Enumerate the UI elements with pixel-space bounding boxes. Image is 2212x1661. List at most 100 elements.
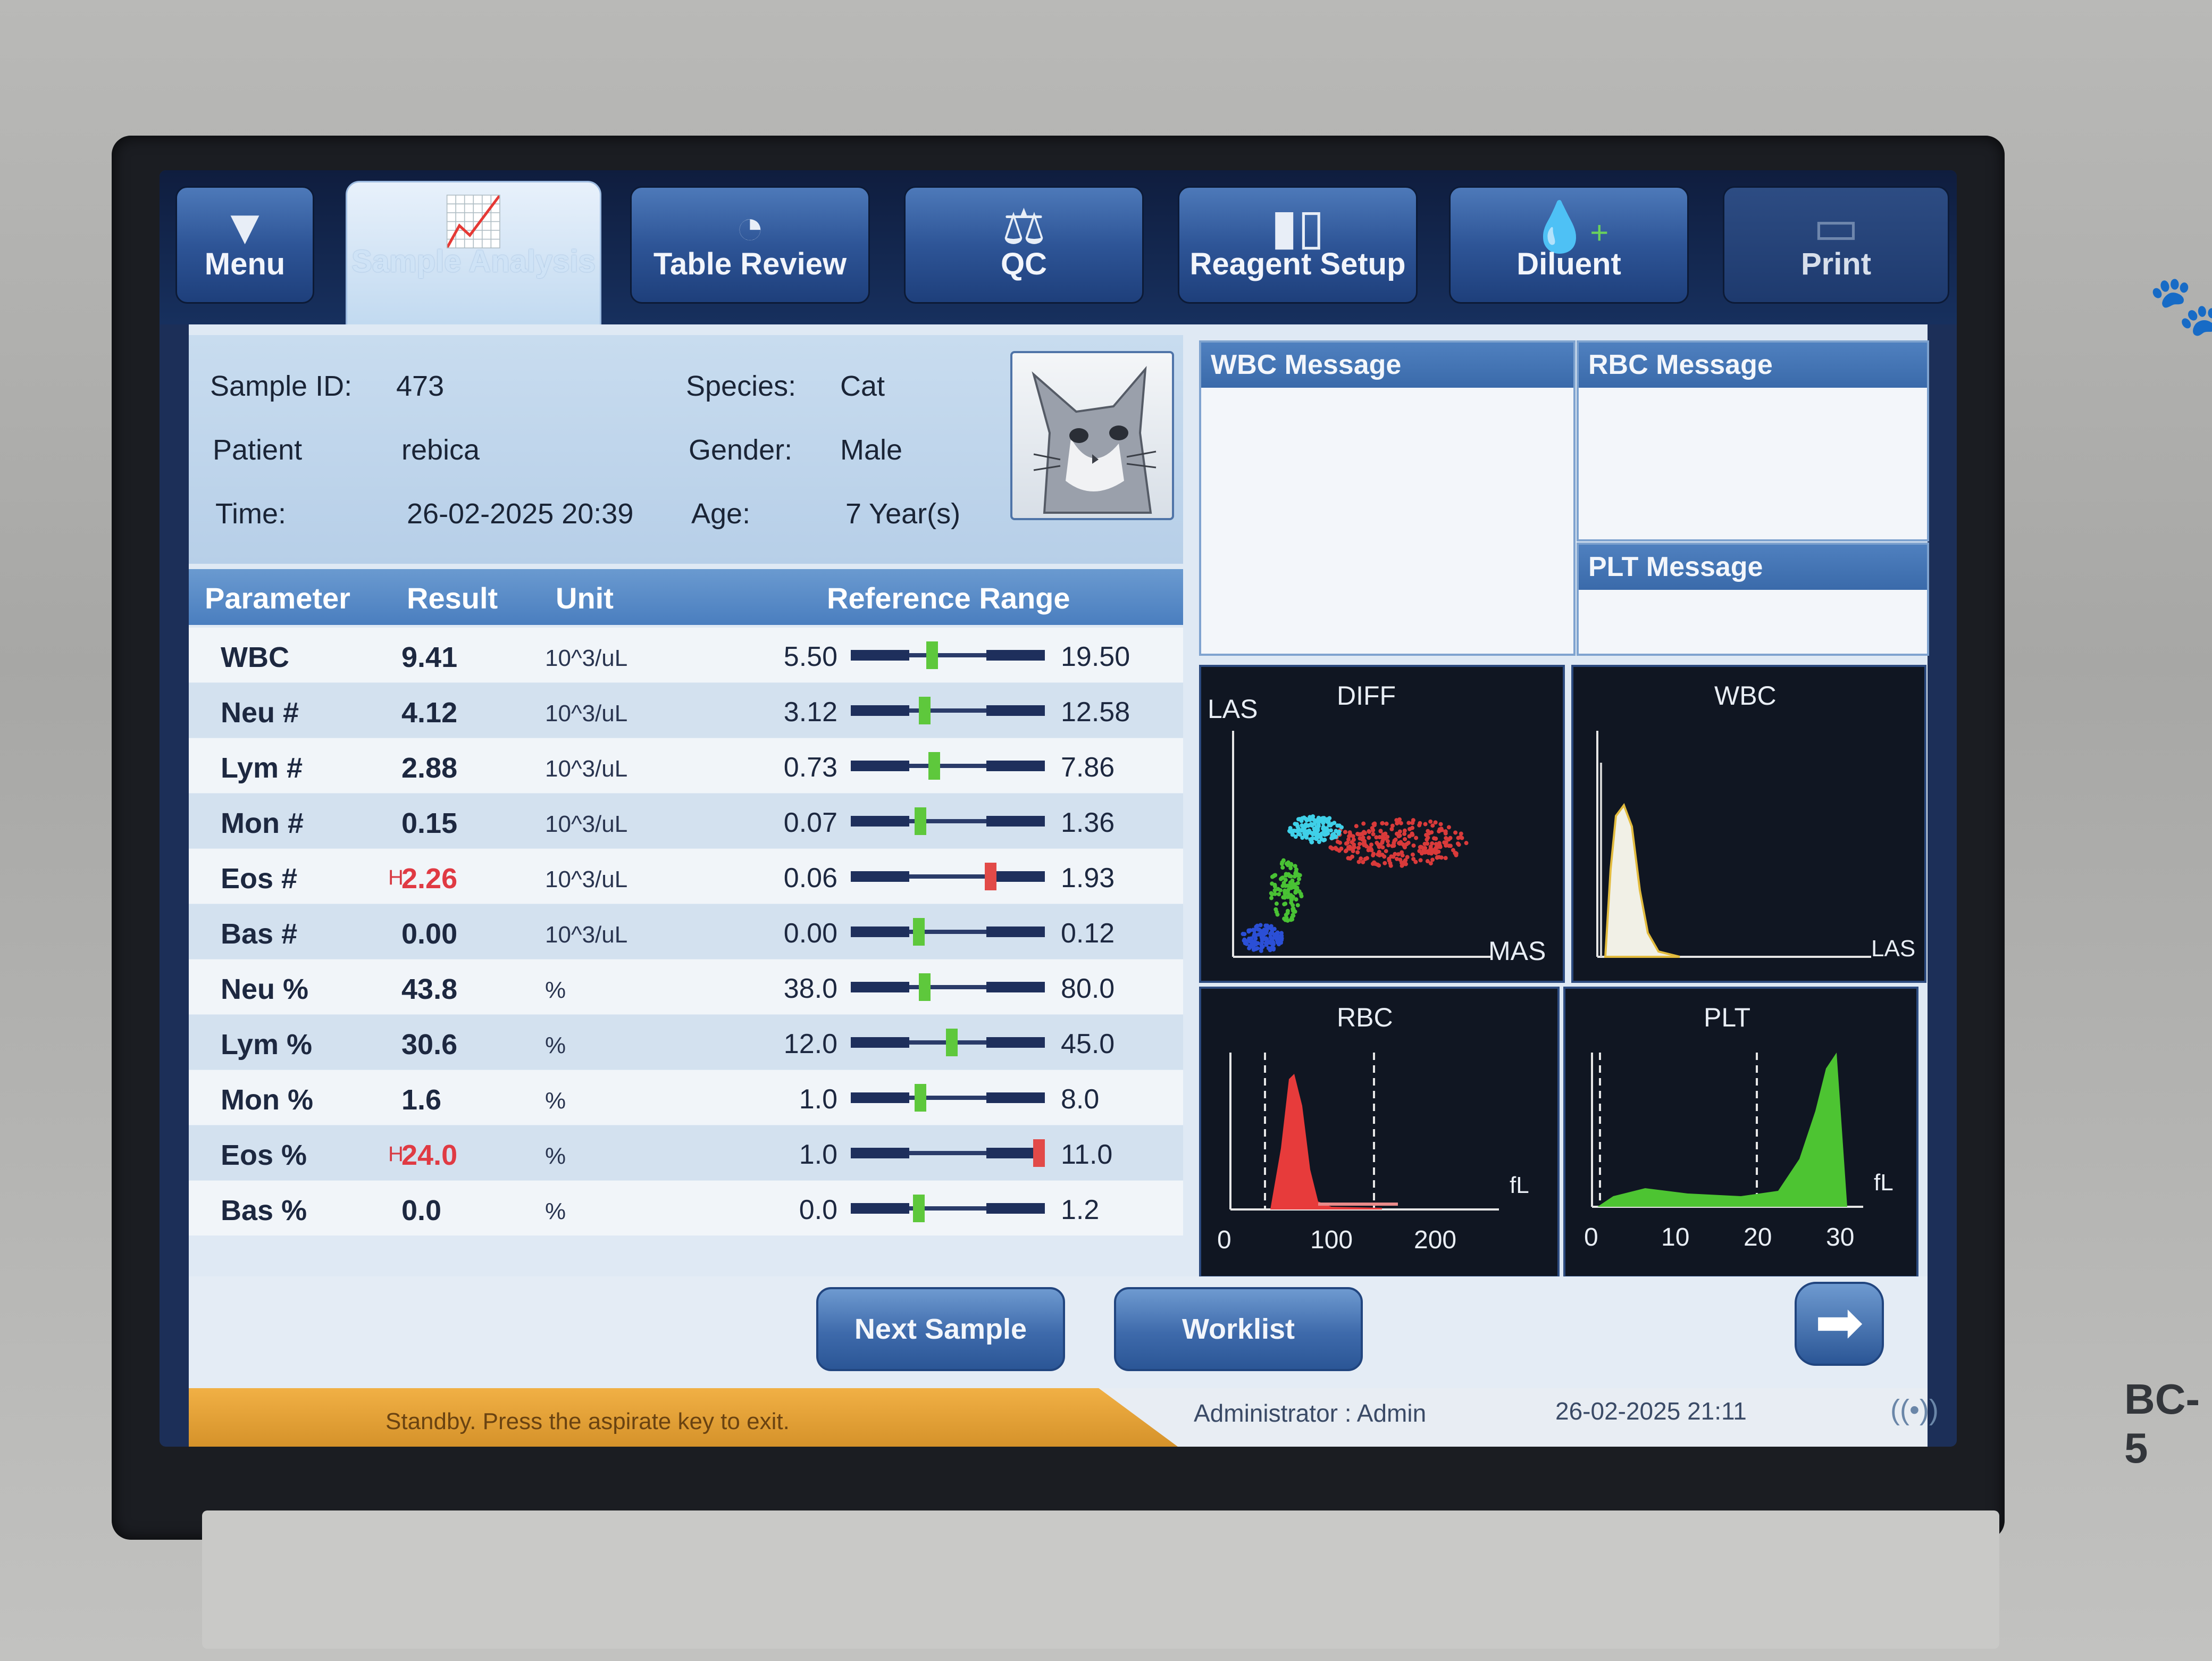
time-label: Time: <box>215 498 286 530</box>
sample-id-label: Sample ID: <box>210 370 353 402</box>
gender-label: Gender: <box>689 434 793 466</box>
parameter-name: Bas # <box>221 918 298 950</box>
status-bar: Standby. Press the aspirate key to exit.… <box>189 1388 1939 1447</box>
table-row: Neu % 43.8% 38.0 80.0 <box>189 959 1183 1014</box>
worklist-button[interactable]: Worklist <box>1114 1287 1363 1371</box>
main-toolbar: ▼ Menu 📈 Sample Analysis ◔ Table Review … <box>160 170 1957 344</box>
result-value: 0.00 <box>401 918 458 950</box>
species-value: Cat <box>840 370 885 402</box>
result-unit: % <box>545 1032 566 1058</box>
reference-range-bar <box>851 752 1045 780</box>
result-value: 0.15 <box>401 807 458 839</box>
reference-range-bar <box>851 1195 1045 1222</box>
diff-plot <box>1232 731 1491 958</box>
result-unit: 10^3/uL <box>545 645 628 671</box>
result-position-marker <box>915 807 926 835</box>
patient-value: rebica <box>401 434 480 466</box>
table-row: Lym % 30.6% 12.0 45.0 <box>189 1015 1183 1070</box>
status-message-area: Standby. Press the aspirate key to exit. <box>189 1388 1178 1447</box>
rbc-histogram: RBC fL 0 100 200 <box>1199 987 1560 1278</box>
next-sample-button[interactable]: Next Sample <box>816 1287 1065 1371</box>
tab-sample-analysis[interactable]: 📈 Sample Analysis <box>346 181 601 344</box>
result-position-marker <box>919 973 931 1001</box>
result-value: 4.12 <box>401 697 458 729</box>
reference-range-bar <box>851 863 1045 890</box>
qc-label: QC <box>1001 247 1047 281</box>
range-low: 0.07 <box>783 807 837 838</box>
parameter-name: Neu # <box>221 697 299 729</box>
parameter-name: Neu % <box>221 973 309 1005</box>
parameter-name: WBC <box>221 641 289 673</box>
table-row: Lym # 2.88 10^3/uL 0.73 7.86 <box>189 738 1183 793</box>
table-review-label: Table Review <box>653 247 847 281</box>
species-label: Species: <box>686 370 797 402</box>
tab-print[interactable]: ▭ Print <box>1723 186 1949 304</box>
range-low: 0.06 <box>783 863 837 894</box>
plt-message-title: PLT Message <box>1579 545 1927 590</box>
result-position-marker <box>928 752 940 780</box>
reference-range-bar <box>851 1139 1045 1167</box>
result-value: 1.6 <box>401 1084 442 1116</box>
result-value: 2.26 <box>401 863 458 895</box>
result-unit: 10^3/uL <box>545 756 628 782</box>
result-value: 24.0 <box>401 1139 458 1171</box>
range-high: 12.58 <box>1061 697 1130 728</box>
reagent-bottles-icon: ▮▯ <box>1270 200 1325 254</box>
menu-button[interactable]: ▼ Menu <box>175 186 314 304</box>
reference-range-bar <box>851 807 1045 835</box>
range-high: 19.50 <box>1061 641 1130 672</box>
triangle-down-icon: ▼ <box>220 200 270 254</box>
table-review-icon: ◔ <box>735 200 765 254</box>
wbc-histogram: WBC LAS <box>1571 665 1926 983</box>
result-position-marker <box>913 1195 925 1222</box>
header-reference-range: Reference Range <box>827 581 1070 615</box>
sample-analysis-panel: Sample ID: 473 Patient rebica Time: 26-0… <box>189 324 1939 1447</box>
parameter-name: Mon # <box>221 807 304 839</box>
gender-value: Male <box>840 434 903 466</box>
result-position-marker <box>926 641 938 669</box>
sample-id-value: 473 <box>396 370 445 402</box>
diluent-label: Diluent <box>1516 247 1621 281</box>
result-position-marker <box>1033 1139 1045 1167</box>
range-high: 7.86 <box>1061 752 1115 783</box>
chart-document-icon: 📈 <box>443 195 504 249</box>
patient-label: Patient <box>213 434 303 466</box>
current-user: Administrator : Admin <box>1194 1399 1427 1427</box>
result-position-marker <box>913 918 925 946</box>
bottom-area: Next Sample Worklist ➡ Standby. Press th… <box>189 1276 1939 1447</box>
range-high: 0.12 <box>1061 918 1115 949</box>
printer-icon: ▭ <box>1813 200 1859 254</box>
reference-range-bar <box>851 1084 1045 1112</box>
tab-table-review[interactable]: ◔ Table Review <box>630 186 870 304</box>
reference-range-bar <box>851 1029 1045 1056</box>
tab-diluent[interactable]: 💧+ Diluent <box>1449 186 1689 304</box>
range-low: 5.50 <box>783 641 837 672</box>
tab-reagent-setup[interactable]: ▮▯ Reagent Setup <box>1178 186 1418 304</box>
wbc-hist-plot <box>1596 731 1871 958</box>
table-row: Eos # H 2.26 10^3/uL 0.06 1.93 <box>189 849 1183 904</box>
header-unit: Unit <box>556 581 614 615</box>
result-value: 43.8 <box>401 973 458 1005</box>
header-parameter: Parameter <box>205 581 350 615</box>
species-cat-image <box>1010 351 1174 520</box>
plt-histogram: PLT fL 0 10 20 30 <box>1563 987 1918 1278</box>
print-label: Print <box>1800 247 1872 281</box>
reference-range-bar <box>851 918 1045 946</box>
table-row: Neu # 4.12 10^3/uL 3.12 12.58 <box>189 683 1183 738</box>
wbc-message-title: WBC Message <box>1201 343 1573 388</box>
range-low: 3.12 <box>783 697 837 728</box>
next-page-arrow-button[interactable]: ➡ <box>1795 1282 1884 1366</box>
result-value: 9.41 <box>401 641 458 673</box>
range-low: 0.0 <box>799 1195 837 1225</box>
table-row: Mon # 0.15 10^3/uL 0.07 1.36 <box>189 794 1183 848</box>
result-position-marker <box>915 1084 926 1112</box>
range-low: 0.73 <box>783 752 837 783</box>
parameter-name: Mon % <box>221 1084 313 1116</box>
analyzer-screen: ▼ Menu 📈 Sample Analysis ◔ Table Review … <box>160 170 1957 1447</box>
results-table-header: Parameter Result Unit Reference Range <box>189 569 1183 625</box>
parameter-name: Eos # <box>221 863 298 895</box>
result-value: 2.88 <box>401 752 458 784</box>
reference-range-bar <box>851 973 1045 1001</box>
result-unit: 10^3/uL <box>545 922 628 948</box>
tab-qc[interactable]: ⚖ QC <box>904 186 1144 304</box>
